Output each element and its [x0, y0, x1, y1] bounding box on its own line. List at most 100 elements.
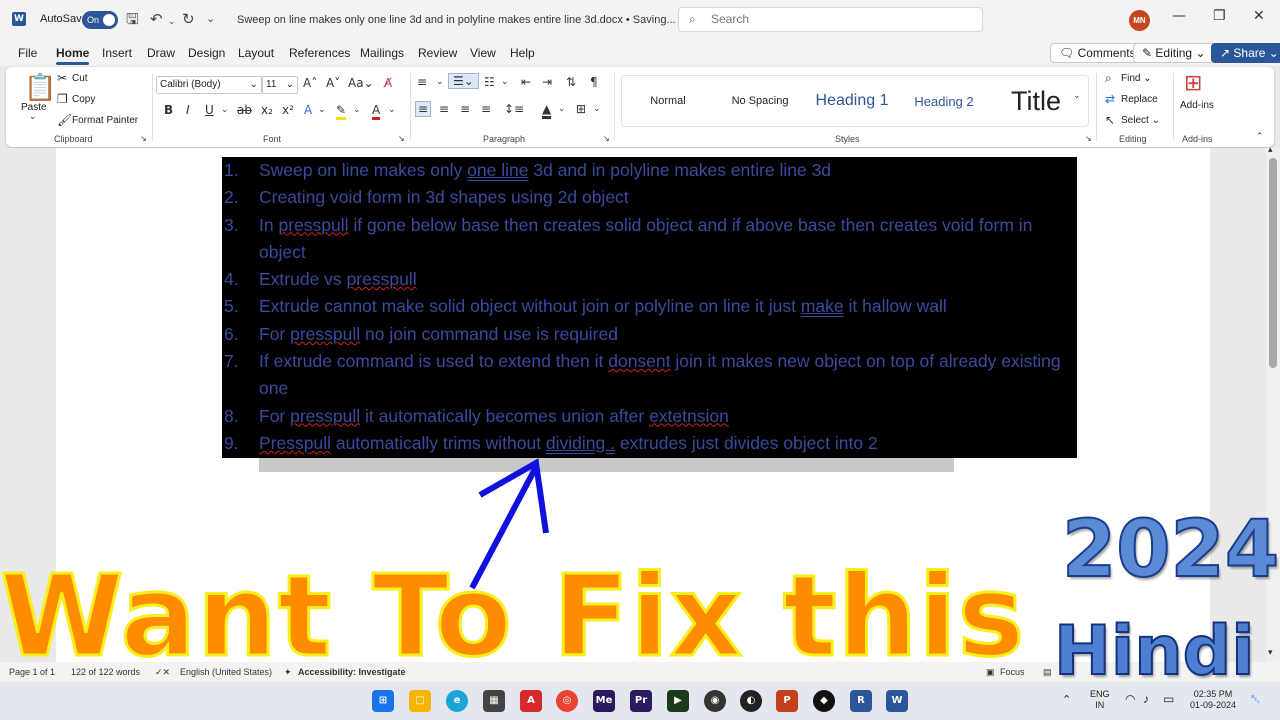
- wifi-icon[interactable]: ◠: [1125, 693, 1135, 705]
- align-center-icon[interactable]: ≡: [439, 102, 449, 116]
- decrease-indent-icon[interactable]: ⇤: [521, 75, 531, 89]
- select-icon[interactable]: ↖: [1105, 113, 1115, 127]
- line-spacing-icon[interactable]: ↕≡: [504, 102, 524, 116]
- list-item[interactable]: 7. If extrude command is used to extend t…: [222, 348, 1082, 403]
- multilevel-dropdown-icon[interactable]: ⌄: [501, 77, 509, 87]
- multilevel-list-icon[interactable]: ☷: [484, 75, 495, 89]
- revit-icon[interactable]: R: [850, 690, 872, 712]
- battery-icon[interactable]: ▭: [1163, 693, 1174, 705]
- numbered-list[interactable]: 1. Sweep on line makes only one line 3d a…: [222, 157, 1082, 457]
- dialog-launcher-icon[interactable]: ↘: [140, 134, 147, 143]
- autocad-icon[interactable]: A: [520, 690, 542, 712]
- list-item[interactable]: 2. Creating void form in 3d shapes using …: [222, 184, 1082, 211]
- shading-icon[interactable]: ▲: [542, 102, 552, 119]
- tab-home[interactable]: Home: [56, 46, 90, 65]
- grow-font-icon[interactable]: A˄: [303, 76, 317, 90]
- highlight-icon[interactable]: ✎: [336, 103, 347, 120]
- user-avatar[interactable]: MN: [1129, 10, 1150, 31]
- underline-icon[interactable]: U: [205, 103, 214, 117]
- word-taskbar-icon[interactable]: W: [886, 690, 908, 712]
- add-ins-button[interactable]: Add-ins: [1180, 100, 1214, 111]
- clock[interactable]: 02:35 PM 01-09-2024: [1190, 689, 1236, 711]
- list-item[interactable]: 8. For presspull it automatically becomes…: [222, 403, 1082, 430]
- font-color-dropdown-icon[interactable]: ⌄: [388, 105, 396, 115]
- dialog-launcher-icon[interactable]: ↘: [398, 134, 405, 143]
- collapse-ribbon-icon[interactable]: ⌃: [1256, 132, 1264, 142]
- shading-dropdown-icon[interactable]: ⌄: [558, 104, 566, 114]
- document-title[interactable]: Sweep on line makes only one line 3d and…: [237, 13, 688, 26]
- save-icon[interactable]: 🖫: [126, 10, 139, 28]
- style-no-spacing[interactable]: No Spacing: [714, 76, 806, 126]
- bold-icon[interactable]: B: [164, 103, 173, 117]
- replace-button[interactable]: Replace: [1121, 94, 1158, 105]
- replace-icon[interactable]: ⇄: [1105, 92, 1115, 106]
- sort-icon[interactable]: ⇅: [566, 75, 576, 89]
- clear-formatting-icon[interactable]: A̸: [384, 76, 392, 90]
- dialog-launcher-icon[interactable]: ↘: [603, 134, 610, 143]
- shrink-font-icon[interactable]: A˅: [326, 76, 340, 90]
- scrollbar-thumb[interactable]: [1269, 158, 1277, 368]
- format-painter-button[interactable]: Format Painter: [72, 115, 138, 126]
- search-input[interactable]: [711, 12, 971, 26]
- style-title[interactable]: Title: [990, 76, 1082, 126]
- text-effects-dropdown-icon[interactable]: ⌄: [318, 105, 326, 115]
- calculator-icon[interactable]: ▦: [483, 690, 505, 712]
- borders-dropdown-icon[interactable]: ⌄: [593, 104, 601, 114]
- style-heading-2[interactable]: Heading 2: [898, 76, 990, 126]
- undo-dropdown-icon[interactable]: ⌄: [168, 13, 176, 31]
- start-icon[interactable]: ⊞: [372, 690, 394, 712]
- borders-icon[interactable]: ⊞: [576, 102, 586, 116]
- tab-view[interactable]: View: [470, 46, 496, 60]
- app-icon[interactable]: ◆: [813, 690, 835, 712]
- volume-icon[interactable]: ♪: [1143, 693, 1149, 705]
- paste-dropdown-icon[interactable]: ⌄: [29, 112, 37, 122]
- media-player-icon[interactable]: ◐: [740, 690, 762, 712]
- subscript-icon[interactable]: x₂: [261, 103, 273, 117]
- autosave-toggle[interactable]: On: [82, 11, 118, 29]
- input-language[interactable]: ENG IN: [1090, 689, 1110, 711]
- styles-scroll-icon[interactable]: ⌄: [1073, 91, 1081, 101]
- show-marks-icon[interactable]: ¶: [590, 75, 598, 89]
- edge-icon[interactable]: e: [446, 690, 468, 712]
- obs-icon[interactable]: ◉: [704, 690, 726, 712]
- font-color-icon[interactable]: A: [372, 103, 381, 120]
- align-right-icon[interactable]: ≡: [460, 102, 470, 116]
- format-painter-icon[interactable]: 🖌: [57, 113, 72, 127]
- restore-icon[interactable]: ❐: [1213, 8, 1226, 24]
- search-box[interactable]: ⌕: [678, 7, 983, 32]
- tab-draw[interactable]: Draw: [147, 46, 175, 60]
- font-name-select[interactable]: Calibri (Body) ⌄: [156, 76, 262, 94]
- tab-mailings[interactable]: Mailings: [360, 46, 404, 60]
- list-item[interactable]: 5. Extrude cannot make solid object witho…: [222, 293, 1082, 320]
- italic-icon[interactable]: I: [186, 103, 190, 117]
- show-hidden-icons-icon[interactable]: ⌃: [1062, 695, 1071, 706]
- highlight-dropdown-icon[interactable]: ⌄: [353, 105, 361, 115]
- paste-icon[interactable]: 📋: [24, 73, 56, 103]
- read-mode-icon[interactable]: ▤: [1043, 667, 1052, 678]
- file-explorer-icon[interactable]: □: [409, 690, 431, 712]
- redo-icon[interactable]: ↻: [182, 10, 195, 28]
- undo-icon[interactable]: ↶: [150, 10, 163, 28]
- select-button[interactable]: Select ⌄: [1121, 115, 1160, 126]
- justify-icon[interactable]: ≡: [481, 102, 491, 116]
- tab-file[interactable]: File: [18, 46, 37, 60]
- scroll-down-icon[interactable]: ▾: [1268, 648, 1273, 658]
- align-left-icon[interactable]: ≡: [415, 101, 432, 117]
- find-button[interactable]: Find ⌄: [1121, 73, 1152, 84]
- font-size-select[interactable]: 11 ⌄: [262, 76, 298, 94]
- editing-mode-button[interactable]: ✎ Editing ⌄: [1133, 43, 1215, 63]
- scissors-icon[interactable]: ✂: [57, 71, 67, 85]
- superscript-icon[interactable]: x²: [282, 103, 294, 117]
- change-case-icon[interactable]: Aa⌄: [348, 76, 374, 90]
- powerpoint-icon[interactable]: P: [776, 690, 798, 712]
- list-item[interactable]: 3. In presspull if gone below base then c…: [222, 212, 1082, 267]
- text-effects-icon[interactable]: A: [304, 103, 312, 117]
- dialog-launcher-icon[interactable]: ↘: [1085, 134, 1092, 143]
- list-item[interactable]: 9. Presspull automatically trims without …: [222, 430, 1082, 457]
- chrome-icon[interactable]: ◎: [556, 690, 578, 712]
- increase-indent-icon[interactable]: ⇥: [542, 75, 552, 89]
- style-heading-1[interactable]: Heading 1: [806, 76, 898, 126]
- sketchup-icon[interactable]: ▶: [667, 690, 689, 712]
- list-item[interactable]: 4. Extrude vs presspull: [222, 266, 1082, 293]
- share-button[interactable]: ↗ Share ⌄: [1211, 43, 1280, 63]
